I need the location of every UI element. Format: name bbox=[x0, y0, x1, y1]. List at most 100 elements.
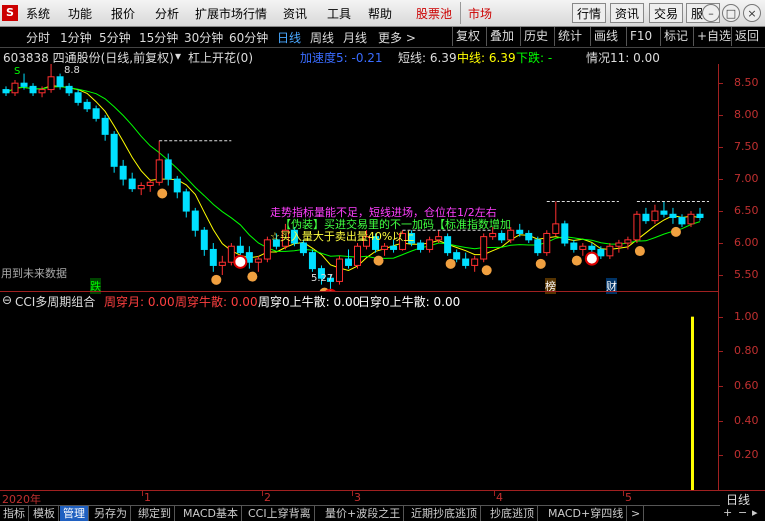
candle-body bbox=[254, 258, 262, 263]
indicator-tab-1[interactable]: 模板 bbox=[30, 506, 59, 521]
toolbar-button-3[interactable]: 统计 bbox=[554, 27, 585, 46]
candle-body bbox=[498, 232, 506, 241]
indicator-tab-0[interactable]: 指标 bbox=[0, 506, 29, 521]
price-tick-mark bbox=[718, 275, 723, 276]
hand-signal-icon bbox=[670, 226, 681, 237]
menu-item-1[interactable]: 功能 bbox=[68, 5, 92, 22]
hand-signal-icon bbox=[373, 255, 384, 266]
menu-divider bbox=[460, 2, 461, 24]
period-tab-2[interactable]: 5分钟 bbox=[99, 29, 131, 46]
indicator-tab-7[interactable]: 量价+波段之王 bbox=[322, 506, 405, 521]
hand-signal-icon bbox=[157, 188, 168, 199]
indicator-expand-icon[interactable]: ▾ bbox=[175, 49, 181, 63]
candle-body bbox=[11, 82, 19, 94]
sub-indicator-expand-icon[interactable]: ⊖ bbox=[2, 293, 12, 307]
indicator-tab-3[interactable]: 另存为 bbox=[91, 506, 131, 521]
toolbar-button-5[interactable]: F10 bbox=[626, 27, 655, 46]
toolbar-button-1[interactable]: 叠加 bbox=[486, 27, 517, 46]
low-price-label: 5.27 bbox=[311, 273, 334, 284]
toolbar-button-4[interactable]: 画线 bbox=[590, 27, 621, 46]
period-tab-1[interactable]: 1分钟 bbox=[60, 29, 92, 46]
toolbar-button-0[interactable]: 复权 bbox=[452, 27, 483, 46]
candle-body bbox=[191, 210, 199, 231]
candle-body bbox=[128, 178, 136, 190]
x-month-label-3: 4 bbox=[496, 491, 503, 504]
candle-body bbox=[227, 245, 235, 263]
price-tick-1: 8.00 bbox=[734, 108, 759, 122]
x-tick-mark bbox=[352, 491, 353, 496]
sub-tick-0: 1.00 bbox=[734, 309, 759, 323]
price-tick-mark bbox=[718, 179, 723, 181]
top-button-2[interactable]: 交易 bbox=[649, 3, 684, 23]
indicator-tab-11[interactable]: > bbox=[628, 506, 645, 521]
candle-body bbox=[335, 258, 343, 282]
menu-item-2[interactable]: 报价 bbox=[111, 5, 135, 22]
menu-item-0[interactable]: 系统 bbox=[26, 5, 50, 22]
menu-item-4[interactable]: 扩展市场行情 bbox=[195, 5, 267, 22]
indicator-tab-6[interactable]: CCI上穿背离 bbox=[245, 506, 315, 521]
period-tab-9[interactable]: 更多 > bbox=[378, 29, 416, 46]
sub-tick-mark bbox=[718, 455, 723, 457]
x-tick-mark bbox=[623, 491, 624, 496]
candle-body bbox=[480, 236, 488, 260]
x-tick-mark bbox=[142, 491, 143, 496]
candle-body bbox=[20, 82, 28, 87]
period-tab-4[interactable]: 30分钟 bbox=[184, 29, 223, 46]
toolbar-button-2[interactable]: 历史 bbox=[520, 27, 551, 46]
indicator-tab-10[interactable]: MACD+穿四线 bbox=[545, 506, 628, 521]
candlestick-chart[interactable] bbox=[0, 64, 718, 291]
candle-body bbox=[47, 76, 55, 91]
close-icon[interactable]: × bbox=[743, 4, 761, 22]
zoom-in-icon[interactable]: + bbox=[723, 505, 732, 520]
period-tab-6[interactable]: 日线 bbox=[277, 29, 301, 46]
indicator-tab-8[interactable]: 近期抄底逃顶 bbox=[408, 506, 481, 521]
sub-tick-mark bbox=[718, 316, 723, 318]
candle-body bbox=[552, 223, 560, 234]
toolbar-button-6[interactable]: 标记 bbox=[660, 27, 691, 46]
period-tab-7[interactable]: 周线 bbox=[310, 29, 334, 46]
menu-item-3[interactable]: 分析 bbox=[155, 5, 179, 22]
period-tab-3[interactable]: 15分钟 bbox=[139, 29, 178, 46]
zoom-out-icon[interactable]: − bbox=[738, 505, 747, 520]
toolbar-button-8[interactable]: 返回 bbox=[731, 27, 762, 46]
maximize-icon[interactable]: □ bbox=[722, 4, 740, 22]
candle-body bbox=[516, 229, 524, 234]
candle-body bbox=[137, 184, 145, 190]
price-tick-6: 5.50 bbox=[734, 268, 759, 281]
indicator-tab-4[interactable]: 绑定到 bbox=[135, 506, 175, 521]
candle-body bbox=[146, 181, 154, 186]
candle-body bbox=[390, 245, 398, 250]
period-tab-5[interactable]: 60分钟 bbox=[229, 29, 268, 46]
candle-body bbox=[642, 213, 650, 222]
x-month-label-2: 3 bbox=[354, 491, 361, 504]
menu-stock-pool[interactable]: 股票池 bbox=[416, 5, 452, 22]
menu-item-6[interactable]: 工具 bbox=[327, 5, 351, 22]
price-tick-mark bbox=[718, 115, 723, 117]
period-tab-0[interactable]: 分时 bbox=[26, 29, 50, 46]
plus-signal-icon bbox=[584, 251, 599, 266]
indicator-tab-2[interactable]: 管理 bbox=[60, 506, 89, 521]
candle-body bbox=[56, 76, 64, 87]
top-button-0[interactable]: 行情 bbox=[572, 3, 607, 23]
app-logo-icon[interactable]: S bbox=[2, 5, 18, 21]
sub-indicator-chart[interactable] bbox=[0, 308, 718, 490]
indicator-tab-5[interactable]: MACD基本 bbox=[180, 506, 242, 521]
menu-item-7[interactable]: 帮助 bbox=[368, 5, 392, 22]
candle-body bbox=[354, 245, 362, 266]
scroll-right-icon[interactable]: ▸ bbox=[752, 505, 758, 520]
price-tick-mark bbox=[718, 147, 723, 149]
menu-item-5[interactable]: 资讯 bbox=[283, 5, 307, 22]
signal-s-label: S bbox=[14, 66, 21, 77]
period-tab-8[interactable]: 月线 bbox=[343, 29, 367, 46]
menu-market[interactable]: 市场 bbox=[468, 5, 492, 22]
price-tick-mark bbox=[718, 243, 723, 245]
sub-tick-4: 0.20 bbox=[734, 448, 759, 462]
plus-signal-icon bbox=[233, 254, 248, 269]
candle-body bbox=[299, 242, 307, 254]
candle-body bbox=[435, 236, 443, 241]
toolbar-button-7[interactable]: +自选 bbox=[693, 27, 734, 46]
hand-signal-icon bbox=[535, 258, 546, 269]
indicator-tab-9[interactable]: 抄底逃顶 bbox=[487, 506, 538, 521]
minimize-icon[interactable]: – bbox=[702, 4, 720, 22]
top-button-1[interactable]: 资讯 bbox=[610, 3, 645, 23]
